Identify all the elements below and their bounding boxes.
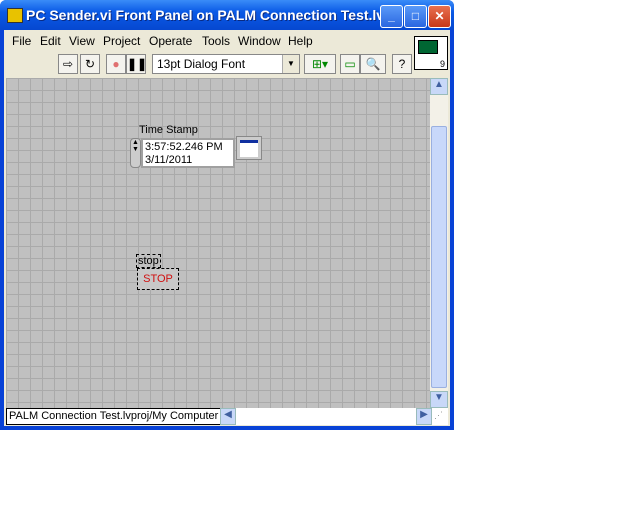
font-select[interactable]: 13pt Dialog Font ▼ bbox=[152, 54, 300, 74]
menu-bar: File Edit View Project Operate Tools Win… bbox=[4, 30, 412, 50]
pause-icon[interactable]: ❚❚ bbox=[126, 54, 147, 74]
close-button[interactable]: ✕ bbox=[428, 5, 451, 28]
menu-edit[interactable]: Edit bbox=[40, 34, 61, 48]
scroll-left-icon[interactable]: ◀ bbox=[220, 408, 236, 425]
menu-operate[interactable]: Operate bbox=[149, 34, 192, 48]
font-value: 13pt Dialog Font bbox=[157, 57, 246, 71]
window-title: PC Sender.vi Front Panel on PALM Connect… bbox=[26, 7, 395, 23]
resize-grip-icon[interactable]: ⋰ bbox=[434, 410, 443, 421]
menu-window[interactable]: Window bbox=[238, 34, 281, 48]
timestamp-increment-arrows[interactable]: ▲ ▼ bbox=[130, 138, 141, 168]
chevron-down-icon[interactable]: ▼ bbox=[282, 55, 299, 73]
stop-button[interactable]: STOP bbox=[137, 268, 179, 290]
calendar-icon[interactable] bbox=[236, 136, 262, 160]
maximize-button[interactable]: □ bbox=[404, 5, 427, 28]
project-context: PALM Connection Test.lvproj/My Computer bbox=[6, 408, 222, 425]
title-bar[interactable]: PC Sender.vi Front Panel on PALM Connect… bbox=[0, 0, 454, 30]
vertical-scrollbar[interactable]: ▲ ▼ bbox=[430, 78, 448, 408]
distribute-objects-icon[interactable]: ▭ bbox=[340, 54, 360, 74]
timestamp-control[interactable]: 3:57:52.246 PM 3/11/2011 bbox=[141, 138, 235, 168]
align-objects-icon[interactable]: ⊞▾ bbox=[304, 54, 336, 74]
menu-file[interactable]: File bbox=[12, 34, 31, 48]
connector-number: 9 bbox=[439, 59, 445, 69]
menu-view[interactable]: View bbox=[69, 34, 95, 48]
menu-help[interactable]: Help bbox=[288, 34, 313, 48]
window: PC Sender.vi Front Panel on PALM Connect… bbox=[0, 0, 454, 430]
connector-pane-icon[interactable]: 9 bbox=[414, 36, 448, 70]
scroll-right-icon[interactable]: ▶ bbox=[416, 408, 432, 425]
help-icon[interactable]: ? bbox=[392, 54, 412, 74]
run-continuously-icon[interactable]: ↻ bbox=[80, 54, 100, 74]
timestamp-label: Time Stamp bbox=[139, 124, 198, 136]
run-arrow-icon[interactable]: ⇨ bbox=[58, 54, 78, 74]
menu-tools[interactable]: Tools bbox=[202, 34, 230, 48]
menu-project[interactable]: Project bbox=[103, 34, 140, 48]
timestamp-time: 3:57:52.246 PM bbox=[145, 141, 223, 153]
labview-icon bbox=[7, 8, 23, 23]
toolbar: ⇨ ↻ ● ❚❚ 13pt Dialog Font ▼ ⊞▾ ▭ 🔍 ? bbox=[4, 52, 412, 76]
front-panel-canvas[interactable]: Time Stamp ▲ ▼ 3:57:52.246 PM 3/11/2011 s… bbox=[6, 78, 430, 408]
status-bar: PALM Connection Test.lvproj/My Computer … bbox=[6, 408, 448, 425]
timestamp-date: 3/11/2011 bbox=[145, 154, 193, 166]
abort-icon[interactable]: ● bbox=[106, 54, 126, 74]
scroll-thumb[interactable] bbox=[431, 126, 447, 388]
scroll-down-icon[interactable]: ▼ bbox=[430, 391, 448, 408]
scroll-up-icon[interactable]: ▲ bbox=[430, 78, 448, 95]
minimize-button[interactable]: _ bbox=[380, 5, 403, 28]
zoom-icon[interactable]: 🔍 bbox=[360, 54, 386, 74]
stop-label: stop bbox=[136, 254, 161, 268]
